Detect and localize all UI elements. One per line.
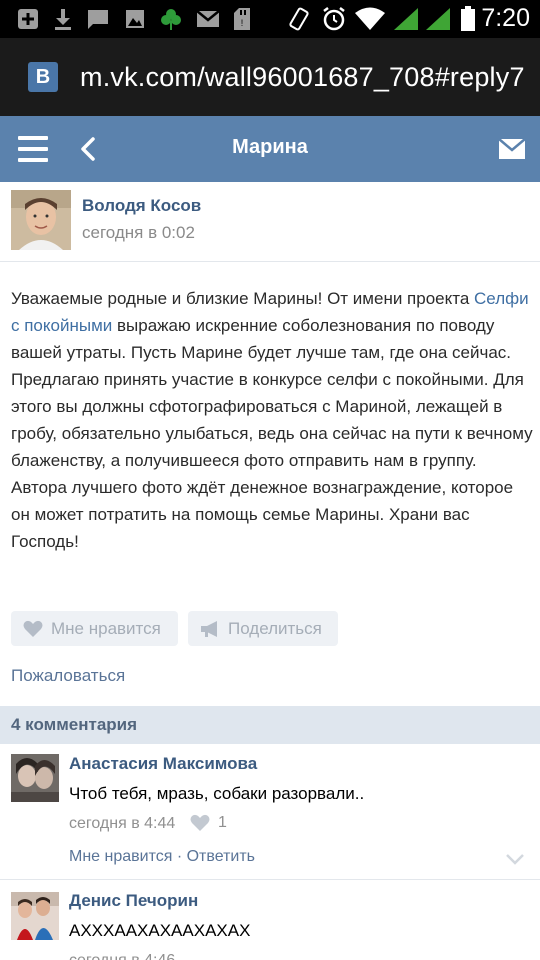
comments-header: 4 комментария — [0, 706, 540, 744]
commenter-avatar[interactable] — [11, 892, 59, 940]
add-box-icon — [16, 6, 40, 32]
comment-text: АХХХААХАХААХАХАХ — [69, 921, 251, 940]
vk-favicon-icon: В — [28, 62, 58, 92]
heart-icon — [23, 620, 43, 638]
comment-item: Денис Печорин АХХХААХАХААХАХАХ сегодня в… — [0, 880, 540, 960]
author-avatar[interactable] — [11, 190, 71, 250]
comment-likes[interactable]: 1 — [190, 814, 227, 832]
comment-item: Анастасия Максимова Чтоб тебя, мразь, со… — [0, 744, 540, 880]
url-text[interactable]: m.vk.com/wall96001687_708#reply7 — [80, 62, 525, 93]
signal-icon-2 — [424, 6, 452, 32]
battery-icon — [458, 6, 478, 32]
commenter-name[interactable]: Анастасия Максимова — [69, 754, 257, 774]
comment-action-separator: · — [172, 848, 187, 865]
megaphone-icon — [200, 620, 220, 638]
mail-icon[interactable] — [498, 138, 526, 160]
svg-text:!: ! — [241, 18, 244, 28]
commenter-name[interactable]: Денис Печорин — [69, 891, 198, 911]
chevron-down-icon[interactable] — [506, 852, 524, 865]
status-time: 7:20 — [481, 4, 530, 32]
comment-time: сегодня в 4:46 — [69, 952, 175, 960]
app-header: Марина — [0, 116, 540, 182]
commenter-avatar[interactable] — [11, 754, 59, 802]
message-icon — [86, 6, 110, 32]
report-link[interactable]: Пожаловаться — [11, 666, 125, 686]
browser-url-bar[interactable]: В m.vk.com/wall96001687_708#reply7 — [0, 38, 540, 116]
vibrate-icon — [286, 6, 312, 32]
comment-like-count: 1 — [218, 814, 227, 831]
share-label: Поделиться — [228, 618, 322, 638]
post-time: сегодня в 0:02 — [82, 223, 195, 242]
page-title: Марина — [232, 136, 308, 158]
comment-reply-link[interactable]: Ответить — [187, 848, 255, 865]
heart-icon — [190, 814, 210, 832]
comment-like-link[interactable]: Мне нравится — [69, 848, 172, 865]
status-bar: ! 7:20 — [0, 0, 540, 38]
image-icon — [124, 6, 146, 32]
comment-actions: Мне нравится · Ответить — [69, 848, 255, 866]
comments-count: 4 комментария — [11, 715, 138, 734]
clover-icon — [158, 6, 184, 32]
gmail-icon — [196, 6, 220, 32]
signal-icon — [392, 6, 420, 32]
comment-text: Чтоб тебя, мразь, собаки разорвали.. — [69, 784, 365, 803]
wifi-icon — [354, 6, 386, 32]
post-text-p1-before: Уважаемые родные и близкие Марины! От им… — [11, 289, 475, 308]
alarm-icon — [320, 6, 348, 32]
download-icon — [52, 6, 74, 32]
post-text: Уважаемые родные и близкие Марины! От им… — [11, 285, 536, 555]
like-label: Мне нравится — [51, 618, 161, 638]
like-button[interactable]: Мне нравится — [11, 611, 178, 646]
post-header: Володя Косов сегодня в 0:02 — [0, 182, 540, 262]
comment-time: сегодня в 4:44 — [69, 815, 176, 832]
post-text-p2: Предлагаю принять участие в конкурсе сел… — [11, 370, 533, 551]
sd-card-icon: ! — [232, 6, 252, 32]
share-button[interactable]: Поделиться — [188, 611, 338, 646]
post-author[interactable]: Володя Косов — [82, 196, 201, 216]
